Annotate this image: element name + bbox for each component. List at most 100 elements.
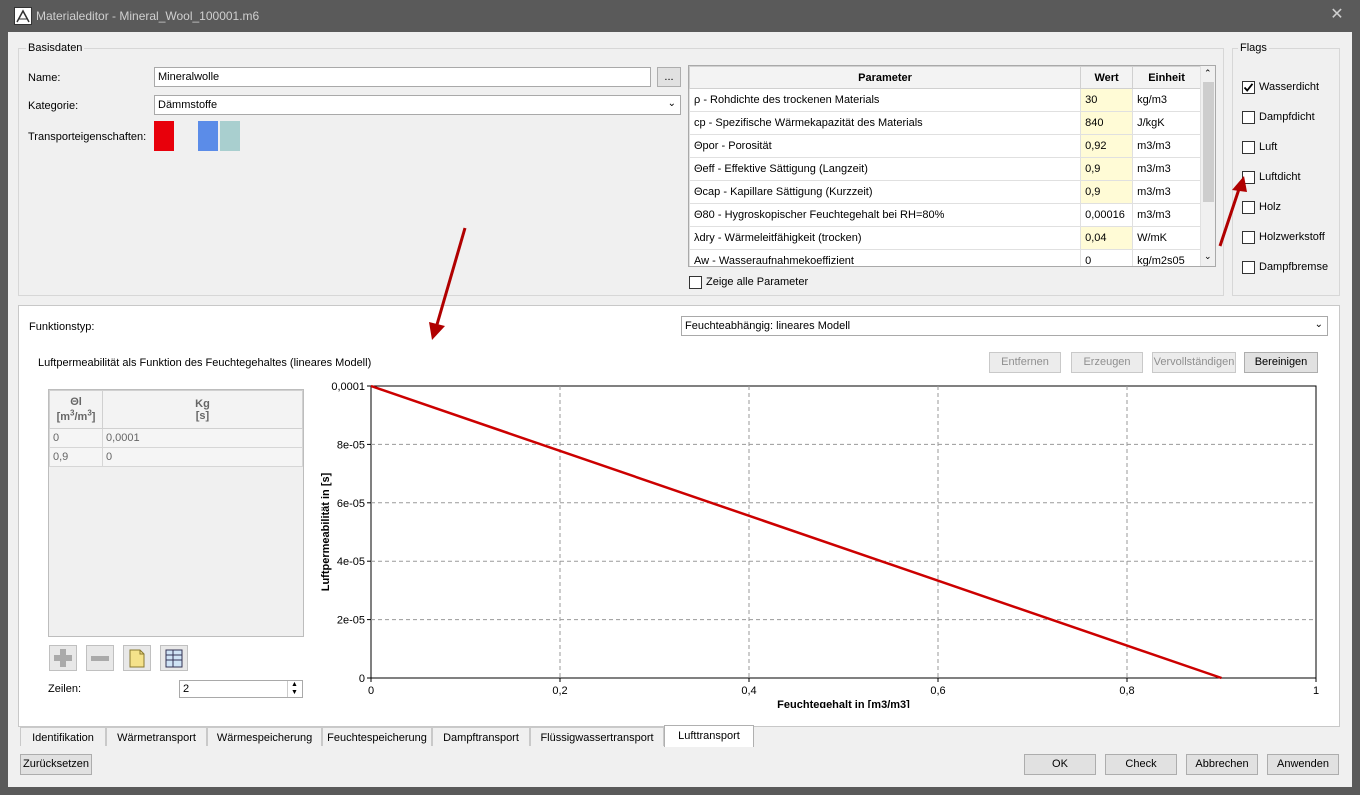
flag-checkbox-dampfdicht[interactable] bbox=[1242, 111, 1255, 124]
apply-button[interactable]: Anwenden bbox=[1267, 754, 1339, 775]
browse-button[interactable]: ... bbox=[657, 67, 681, 87]
function-header-y-unit: [s] bbox=[195, 409, 210, 422]
function-table-row[interactable]: 0 0,0001 bbox=[49, 428, 303, 448]
checkmark-icon bbox=[1243, 83, 1254, 92]
transport-swatch-blue[interactable] bbox=[198, 121, 218, 151]
parameter-row[interactable]: ρ - Rohdichte des trockenen Materials 30 k… bbox=[689, 88, 1201, 112]
cancel-button[interactable]: Abbrechen bbox=[1186, 754, 1258, 775]
flag-label: Wasserdicht bbox=[1259, 81, 1320, 93]
parameter-row[interactable]: Aw - Wasseraufnahmekoeffizient 0 kg/m2s05 bbox=[689, 249, 1201, 266]
add-row-button[interactable] bbox=[49, 645, 77, 671]
name-label: Name: bbox=[28, 72, 61, 84]
folder-icon bbox=[129, 649, 145, 668]
y-tick-label: 8e-05 bbox=[337, 439, 365, 451]
name-input[interactable]: Mineralwolle bbox=[154, 67, 651, 87]
param-value-cell[interactable]: 0 bbox=[1080, 249, 1134, 266]
flag-checkbox-luft[interactable] bbox=[1242, 141, 1255, 154]
funktionstyp-label: Funktionstyp: bbox=[29, 321, 95, 333]
param-name-cell: Θpor - Porosität bbox=[689, 134, 1082, 158]
plot-area bbox=[370, 385, 1317, 679]
param-value-cell[interactable]: 0,04 bbox=[1080, 226, 1134, 250]
flag-label: Holz bbox=[1259, 201, 1282, 213]
function-y-cell[interactable]: 0 bbox=[102, 447, 303, 467]
function-table-row[interactable]: 0,9 0 bbox=[49, 447, 303, 467]
parameter-row[interactable]: λdry - Wärmeleitfähigkeit (trocken) 0,04 W… bbox=[689, 226, 1201, 250]
entfernen-button[interactable]: Entfernen bbox=[989, 352, 1061, 373]
y-tick-label: 2e-05 bbox=[337, 615, 365, 627]
spin-arrows-icon[interactable]: ▲ ▼ bbox=[287, 681, 301, 697]
zeilen-spinbox[interactable]: 2 ▲ ▼ bbox=[179, 680, 303, 698]
parameter-table: Parameter Wert Einheit ρ - Rohdichte des… bbox=[689, 66, 1201, 266]
show-all-checkbox[interactable] bbox=[689, 276, 702, 289]
function-header-y[interactable]: Kg [s] bbox=[102, 390, 303, 429]
chevron-down-icon: ⌄ bbox=[1314, 319, 1323, 330]
param-unit-cell: J/kgK bbox=[1132, 111, 1201, 135]
function-y-cell[interactable]: 0,0001 bbox=[102, 428, 303, 448]
tab-dampftransport[interactable]: Dampftransport bbox=[432, 727, 530, 746]
param-header-unit[interactable]: Einheit bbox=[1132, 66, 1201, 89]
parameter-row[interactable]: Θpor - Porosität 0,92 m3/m3 bbox=[689, 134, 1201, 158]
function-x-cell[interactable]: 0 bbox=[49, 428, 103, 448]
flag-checkbox-wasserdicht[interactable] bbox=[1242, 81, 1255, 94]
param-unit-cell: kg/m2s05 bbox=[1132, 249, 1201, 266]
transport-swatch-teal[interactable] bbox=[220, 121, 240, 151]
paste-table-button[interactable] bbox=[160, 645, 188, 671]
tab-wärmespeicherung[interactable]: Wärmespeicherung bbox=[207, 727, 322, 746]
tab-identifikation[interactable]: Identifikation bbox=[20, 727, 106, 746]
param-name-cell: ρ - Rohdichte des trockenen Materials bbox=[689, 88, 1082, 112]
x-tick-label: 0 bbox=[368, 685, 374, 697]
function-header-y-symbol: Kg bbox=[195, 397, 210, 410]
vervollstaendigen-button[interactable]: Vervollständigen bbox=[1152, 352, 1236, 373]
plus-icon bbox=[54, 649, 72, 667]
tab-lufttransport[interactable]: Lufttransport bbox=[664, 725, 754, 747]
param-value-cell[interactable]: 840 bbox=[1080, 111, 1134, 135]
scroll-up-icon[interactable]: ⌃ bbox=[1204, 68, 1212, 79]
parameter-table-container: Parameter Wert Einheit ρ - Rohdichte des… bbox=[688, 65, 1216, 267]
close-icon[interactable]: ✕ bbox=[1328, 6, 1346, 24]
window-frame-bottom bbox=[0, 787, 1360, 795]
param-name-cell: cp - Spezifische Wärmekapazität des Mate… bbox=[689, 111, 1082, 135]
y-tick-label: 4e-05 bbox=[337, 556, 365, 568]
parameter-row[interactable]: cp - Spezifische Wärmekapazität des Mate… bbox=[689, 111, 1201, 135]
ok-button[interactable]: OK bbox=[1024, 754, 1096, 775]
param-value-cell[interactable]: 0,92 bbox=[1080, 134, 1134, 158]
y-tick-label: 0,0001 bbox=[331, 381, 365, 393]
flag-checkbox-dampfbremse[interactable] bbox=[1242, 261, 1255, 274]
remove-row-button[interactable] bbox=[86, 645, 114, 671]
function-header-x-symbol: Θl bbox=[70, 396, 82, 409]
kategorie-label: Kategorie: bbox=[28, 100, 79, 112]
scroll-down-icon[interactable]: ⌄ bbox=[1204, 251, 1212, 262]
param-value-cell[interactable]: 30 bbox=[1080, 88, 1134, 112]
funktionstyp-select[interactable]: Feuchteabhängig: lineares Modell ⌄ bbox=[681, 316, 1328, 336]
reset-button[interactable]: Zurücksetzen bbox=[20, 754, 92, 775]
param-unit-cell: kg/m3 bbox=[1132, 88, 1201, 112]
function-header-x[interactable]: Θl [m3/m3] bbox=[49, 390, 103, 429]
x-axis-label: Feuchtegehalt in [m3/m3] bbox=[777, 699, 910, 708]
tab-wärmetransport[interactable]: Wärmetransport bbox=[106, 727, 207, 746]
check-button[interactable]: Check bbox=[1105, 754, 1177, 775]
parameter-row[interactable]: Θcap - Kapillare Sättigung (Kurzzeit) 0,9… bbox=[689, 180, 1201, 204]
function-x-cell[interactable]: 0,9 bbox=[49, 447, 103, 467]
param-value-cell[interactable]: 0,9 bbox=[1080, 157, 1134, 181]
transport-label: Transporteigenschaften: bbox=[28, 131, 147, 143]
param-header-value[interactable]: Wert bbox=[1080, 66, 1134, 89]
zeilen-value: 2 bbox=[183, 683, 190, 695]
transport-swatch-red[interactable] bbox=[154, 121, 174, 151]
parameter-row[interactable]: Θeff - Effektive Sättigung (Langzeit) 0,9… bbox=[689, 157, 1201, 181]
kategorie-select[interactable]: Dämmstoffe ⌄ bbox=[154, 95, 681, 115]
annotation-arrow-flag bbox=[1218, 176, 1247, 247]
param-value-cell[interactable]: 0,9 bbox=[1080, 180, 1134, 204]
param-value-cell[interactable]: 0,00016 bbox=[1080, 203, 1134, 227]
chevron-down-icon: ⌄ bbox=[667, 98, 676, 109]
bereinigen-button[interactable]: Bereinigen bbox=[1244, 352, 1318, 373]
tab-feuchtespeicherung[interactable]: Feuchtespeicherung bbox=[322, 727, 432, 746]
param-header-name[interactable]: Parameter bbox=[689, 66, 1082, 89]
tab-flüssigwassertransport[interactable]: Flüssigwassertransport bbox=[530, 727, 664, 746]
open-file-button[interactable] bbox=[123, 645, 151, 671]
window-frame-left bbox=[0, 32, 8, 795]
minus-icon bbox=[91, 656, 109, 661]
y-tick-label: 6e-05 bbox=[337, 498, 365, 510]
erzeugen-button[interactable]: Erzeugen bbox=[1071, 352, 1143, 373]
parameter-row[interactable]: Θ80 - Hygroskopischer Feuchtegehalt bei … bbox=[689, 203, 1201, 227]
param-unit-cell: W/mK bbox=[1132, 226, 1201, 250]
